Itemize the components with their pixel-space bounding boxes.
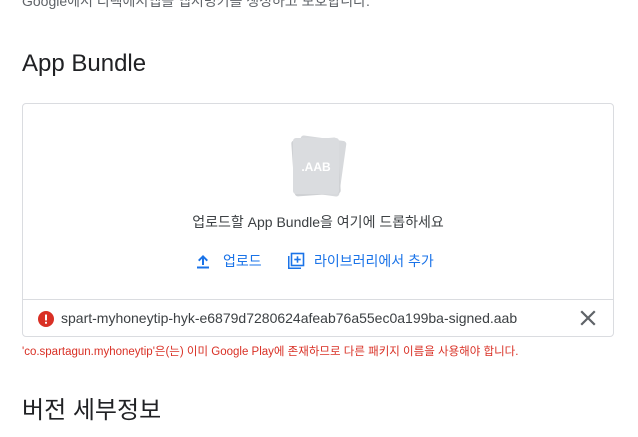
remove-file-button[interactable] — [578, 308, 598, 328]
uploaded-file-name: spart-myhoneytip-hyk-e6879d7280624afeab7… — [61, 310, 518, 326]
uploaded-file-row: spart-myhoneytip-hyk-e6879d7280624afeab7… — [23, 299, 613, 336]
app-bundle-upload-card: .AAB 업로드할 App Bundle을 여기에 드롭하세요 업로드 라이브러… — [22, 103, 614, 337]
upload-icon — [195, 252, 211, 270]
app-bundle-title: App Bundle — [22, 50, 147, 77]
library-add-icon — [287, 252, 305, 270]
drop-instructions: 업로드할 App Bundle을 여기에 드롭하세요 — [192, 214, 444, 230]
upload-button-label: 업로드 — [223, 253, 262, 269]
aab-file-icon: .AAB — [287, 134, 351, 200]
add-from-library-button[interactable]: 라이브러리에서 추가 — [287, 249, 434, 273]
version-details-title: 버전 세부정보 — [22, 397, 162, 424]
error-icon — [38, 311, 54, 327]
upload-button[interactable]: 업로드 — [195, 249, 262, 273]
aab-file-label: .AAB — [301, 160, 331, 174]
dropzone[interactable]: .AAB 업로드할 App Bundle을 여기에 드롭하세요 업로드 라이브러… — [23, 104, 613, 299]
intro-text: Google에서 디렉에서앱을 앱서명키를 생성하고 보호합니다. — [22, 0, 370, 9]
upload-actions: 업로드 라이브러리에서 추가 — [23, 249, 613, 273]
package-name-error: 'co.spartagun.myhoneytip'은(는) 이미 Google … — [22, 346, 519, 358]
close-icon — [580, 310, 596, 326]
add-from-library-label: 라이브러리에서 추가 — [314, 253, 434, 269]
